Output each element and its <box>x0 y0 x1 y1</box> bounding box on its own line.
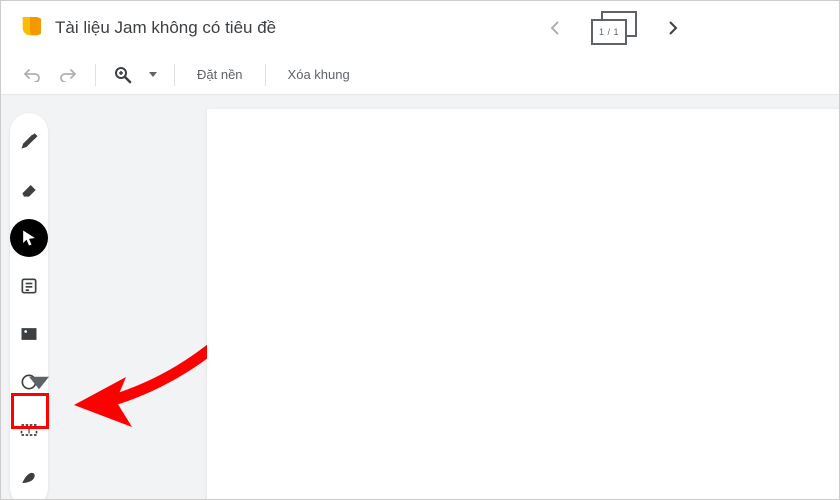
canvas-area <box>197 95 839 499</box>
frame-indicator[interactable]: 1 / 1 <box>591 11 637 45</box>
tool-sidebar: T <box>1 95 57 499</box>
app-root: Tài liệu Jam không có tiêu đề 1 / 1 Đặt … <box>0 0 840 500</box>
sticky-note-tool[interactable] <box>10 267 48 305</box>
laser-tool[interactable] <box>10 459 48 497</box>
toolbar: Đặt nền Xóa khung <box>1 55 839 95</box>
toolbar-separator <box>174 64 175 86</box>
set-background-button[interactable]: Đặt nền <box>187 61 253 88</box>
prev-frame-button[interactable] <box>541 14 569 42</box>
jamboard-logo-icon <box>19 13 41 43</box>
tool-pill: T <box>10 113 48 499</box>
toolbar-separator <box>95 64 96 86</box>
header: Tài liệu Jam không có tiêu đề 1 / 1 <box>1 1 839 55</box>
eraser-tool[interactable] <box>10 171 48 209</box>
workspace: T <box>1 95 839 499</box>
select-tool[interactable] <box>10 219 48 257</box>
toolbar-separator <box>265 64 266 86</box>
svg-text:T: T <box>26 425 31 435</box>
document-title[interactable]: Tài liệu Jam không có tiêu đề <box>55 18 276 38</box>
redo-button[interactable] <box>53 60 83 90</box>
undo-button[interactable] <box>17 60 47 90</box>
zoom-dropdown-icon[interactable] <box>144 60 162 90</box>
textbox-tool[interactable]: T <box>10 411 48 449</box>
whiteboard-canvas[interactable] <box>207 109 839 499</box>
next-frame-button[interactable] <box>659 14 687 42</box>
zoom-button[interactable] <box>108 60 138 90</box>
frame-count-label: 1 / 1 <box>591 19 627 45</box>
pen-tool[interactable] <box>10 123 48 161</box>
clear-frame-button[interactable]: Xóa khung <box>278 61 360 88</box>
image-tool[interactable] <box>10 315 48 353</box>
shape-tool[interactable] <box>10 363 48 401</box>
